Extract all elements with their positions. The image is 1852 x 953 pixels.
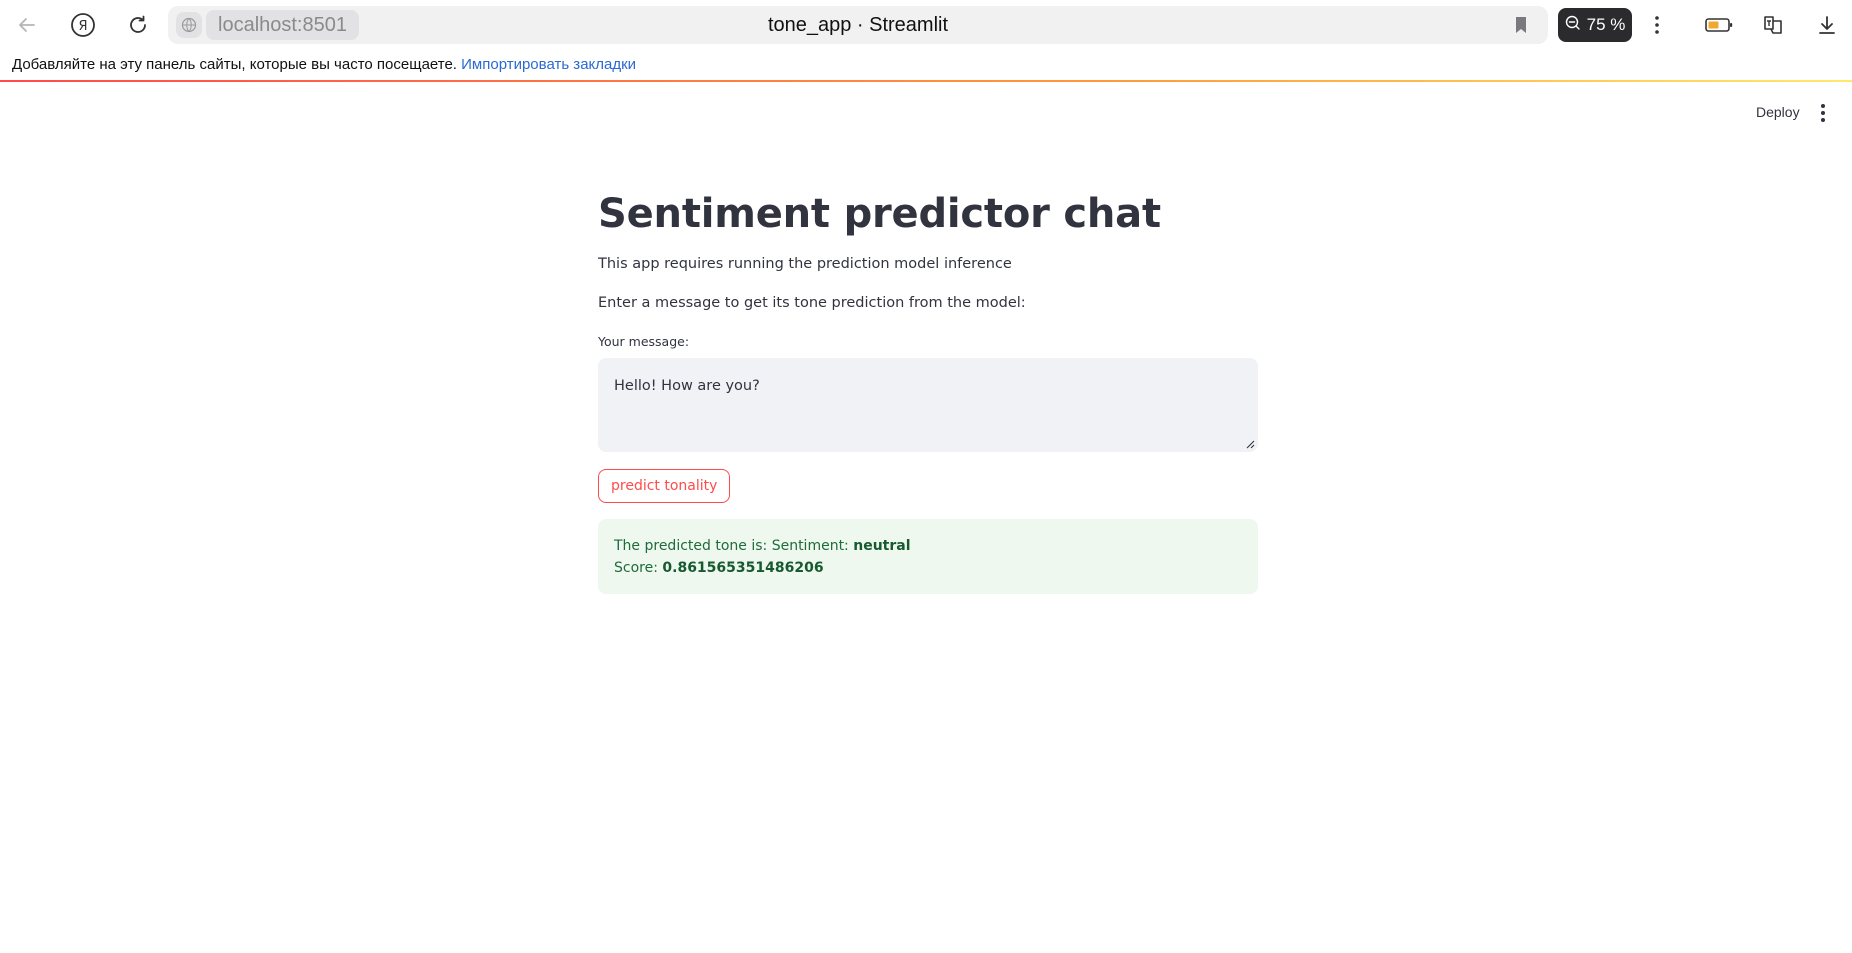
- zoom-indicator[interactable]: 75 %: [1558, 8, 1632, 42]
- result-sentiment-prefix: The predicted tone is: Sentiment:: [614, 538, 854, 554]
- main-menu-icon[interactable]: [1814, 102, 1832, 124]
- browser-toolbar: Я localhost:8501 tone_app · Streamlit 75…: [0, 0, 1852, 50]
- prediction-result-alert: The predicted tone is: Sentiment: neutra…: [598, 519, 1258, 594]
- main-container: Sentiment predictor chat This app requir…: [598, 180, 1258, 594]
- deploy-button[interactable]: Deploy: [1756, 104, 1800, 120]
- bookmarks-bar: Добавляйте на эту панель сайты, которые …: [0, 50, 1852, 80]
- site-info-icon[interactable]: [176, 12, 202, 38]
- svg-text:Я: Я: [78, 19, 87, 34]
- resize-handle-icon[interactable]: [1245, 439, 1255, 449]
- message-textarea[interactable]: Hello! How are you?: [598, 358, 1258, 452]
- result-score-line: Score: 0.861565351486206: [614, 557, 1242, 579]
- instruction-text: Enter a message to get its tone predicti…: [598, 295, 1026, 311]
- tab-title: tone_app · Streamlit: [767, 14, 949, 36]
- download-icon[interactable]: [1810, 8, 1844, 42]
- url-text[interactable]: localhost:8501: [206, 10, 359, 40]
- predict-tonality-button[interactable]: predict tonality: [598, 469, 731, 503]
- result-score-prefix: Score:: [614, 560, 663, 576]
- result-sentiment-value: neutral: [853, 538, 911, 554]
- bookmark-icon[interactable]: [1510, 14, 1532, 36]
- result-score-value: 0.861565351486206: [662, 560, 824, 576]
- translate-icon[interactable]: [1756, 8, 1790, 42]
- message-input-label: Your message:: [598, 334, 690, 349]
- streamlit-decoration-bar: [0, 80, 1852, 82]
- battery-icon[interactable]: [1702, 8, 1736, 42]
- zoom-icon: [1565, 15, 1581, 36]
- app-description: This app requires running the prediction…: [598, 256, 1012, 272]
- message-textarea-value: Hello! How are you?: [614, 378, 760, 394]
- address-bar[interactable]: localhost:8501 tone_app · Streamlit: [168, 6, 1548, 44]
- bookmarks-bar-hint: Добавляйте на эту панель сайты, которые …: [12, 56, 457, 73]
- back-arrow-icon[interactable]: [10, 8, 44, 42]
- more-icon[interactable]: [1640, 8, 1674, 42]
- reload-icon[interactable]: [121, 8, 155, 42]
- zoom-level: 75 %: [1586, 15, 1626, 34]
- result-sentiment-line: The predicted tone is: Sentiment: neutra…: [614, 535, 1242, 557]
- yandex-icon[interactable]: Я: [66, 8, 100, 42]
- import-bookmarks-link[interactable]: Импортировать закладки: [461, 56, 636, 73]
- page-title: Sentiment predictor chat: [598, 191, 1161, 237]
